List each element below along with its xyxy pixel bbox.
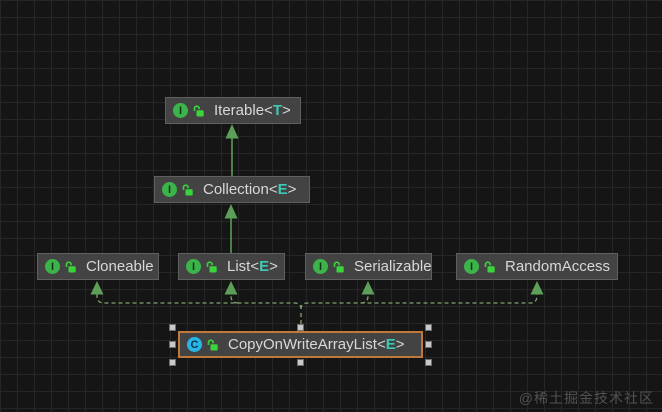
class-icon: C	[187, 337, 202, 352]
selection-handle-bottom-middle[interactable]	[296, 359, 304, 366]
node-label: Serializable	[354, 258, 432, 275]
selection-handle-top-right[interactable]	[425, 324, 432, 331]
public-unlocked-icon	[484, 260, 496, 273]
node-iterable[interactable]: I Iterable<T>	[165, 97, 301, 124]
public-unlocked-icon	[206, 260, 218, 273]
node-label: CopyOnWriteArrayList<E>	[228, 336, 405, 353]
public-unlocked-icon	[193, 104, 205, 117]
selection-handle-middle-left[interactable]	[169, 340, 176, 348]
selection-handle-middle-right[interactable]	[425, 340, 432, 348]
interface-icon: I	[313, 259, 328, 274]
interface-icon: I	[173, 103, 188, 118]
node-label: RandomAccess	[505, 258, 611, 275]
node-list[interactable]: I List<E>	[178, 253, 285, 280]
interface-icon: I	[45, 259, 60, 274]
public-unlocked-icon	[207, 338, 219, 351]
diagram-canvas: I Iterable<T> I Collection<E> I Cloneabl…	[0, 0, 662, 412]
edge-collection-extends-iterable	[225, 124, 239, 176]
public-unlocked-icon	[333, 260, 345, 273]
interface-icon: I	[186, 259, 201, 274]
node-label: Iterable<T>	[214, 102, 291, 119]
node-serializable[interactable]: I Serializable	[305, 253, 432, 280]
node-label: List<E>	[227, 258, 278, 275]
public-unlocked-icon	[182, 183, 194, 196]
edge-list-extends-collection	[224, 204, 238, 253]
node-copyonwritearraylist[interactable]: C CopyOnWriteArrayList<E>	[169, 324, 432, 366]
interface-icon: I	[162, 182, 177, 197]
selection-handle-top-middle[interactable]	[296, 324, 304, 331]
node-randomaccess[interactable]: I RandomAccess	[456, 253, 618, 280]
selection-handle-bottom-right[interactable]	[425, 359, 432, 366]
selection-handle-bottom-left[interactable]	[169, 359, 176, 366]
implements-arrowheads	[90, 281, 544, 295]
public-unlocked-icon	[65, 260, 77, 273]
selection-handle-top-left[interactable]	[169, 324, 176, 331]
interface-icon: I	[464, 259, 479, 274]
watermark: @稀土掘金技术社区	[518, 390, 654, 406]
node-label: Collection<E>	[203, 181, 297, 198]
node-collection[interactable]: I Collection<E>	[154, 176, 310, 203]
edge-cowal-implements	[96, 294, 538, 331]
node-cloneable[interactable]: I Cloneable	[37, 253, 159, 280]
node-label: Cloneable	[86, 258, 154, 275]
